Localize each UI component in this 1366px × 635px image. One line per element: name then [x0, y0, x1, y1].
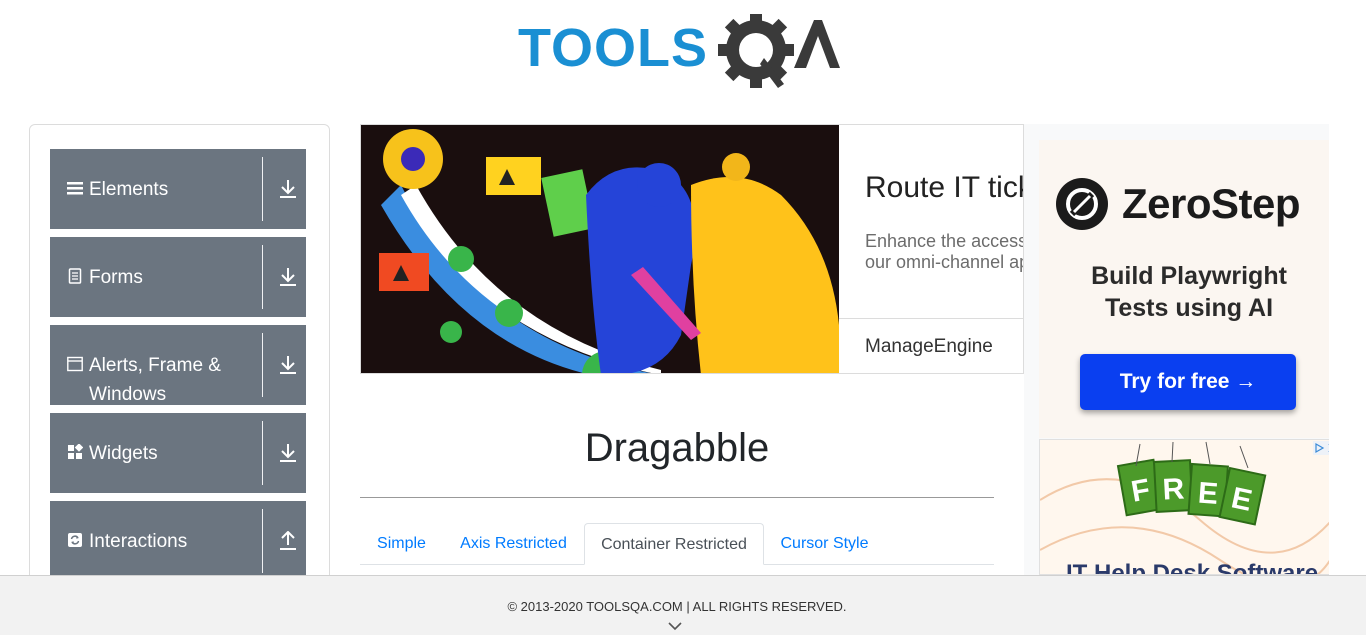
list-icon	[67, 182, 83, 195]
chevron-down-icon[interactable]	[668, 621, 682, 631]
ad-illustration	[361, 125, 839, 373]
document-icon	[68, 268, 82, 284]
ad-body-line: Enhance the access	[865, 231, 1024, 251]
tab-cursor-style[interactable]: Cursor Style	[764, 523, 885, 565]
zerostep-tagline-line: Build Playwright	[1091, 262, 1287, 290]
sidebar-group-label: Interactions	[89, 531, 188, 552]
free-letter: R	[1162, 472, 1186, 506]
divider	[262, 509, 263, 573]
download-arrow-icon[interactable]	[279, 179, 297, 199]
sidebar-group-elements[interactable]: Elements	[50, 149, 306, 229]
tab-simple[interactable]: Simple	[360, 523, 443, 565]
upload-arrow-icon[interactable]	[279, 531, 297, 551]
page-title: Dragabble	[584, 426, 770, 470]
sidebar-group-label: Elements	[89, 179, 169, 200]
download-arrow-icon[interactable]	[279, 267, 297, 287]
logo-text-tools: TOOLS	[518, 18, 708, 78]
sidebar-panel: Elements Forms Alerts, Frame & Windows W…	[29, 124, 330, 594]
sidebar-group-alerts[interactable]: Alerts, Frame & Windows	[50, 325, 306, 405]
title-divider	[360, 497, 994, 498]
sidebar-group-label: Forms	[89, 267, 143, 288]
free-helpdesk-ad[interactable]: F R E E IT Help Desk Software	[1039, 439, 1329, 575]
right-ad-column: ZeroStep Build Playwright Tests using AI…	[1024, 124, 1329, 575]
copyright-text: © 2013-2020 TOOLSQA.COM | ALL RIGHTS RES…	[507, 599, 847, 614]
ad-body: Enhance the access our omni-channel ap	[865, 231, 1024, 273]
footer: © 2013-2020 TOOLSQA.COM | ALL RIGHTS RES…	[0, 575, 1366, 635]
sync-icon	[68, 533, 82, 547]
sidebar-group-interactions[interactable]: Interactions	[50, 501, 306, 581]
tab-container-restricted[interactable]: Container Restricted	[584, 523, 764, 565]
zerostep-tagline: Build Playwright Tests using AI	[1039, 260, 1329, 324]
ad-brand: ManageEngine	[865, 336, 993, 357]
divider	[262, 333, 263, 397]
zerostep-brand: ZeroStep	[1122, 180, 1301, 227]
divider	[262, 245, 263, 309]
widgets-icon	[68, 444, 83, 459]
sidebar-group-widgets[interactable]: Widgets	[50, 413, 306, 493]
free-tags-illustration: F R E E	[1040, 441, 1329, 574]
ad-divider	[839, 318, 1023, 319]
free-letter: E	[1197, 477, 1219, 511]
zerostep-logo-icon	[1056, 178, 1108, 230]
adchoices-close-icon[interactable]	[1313, 441, 1329, 455]
site-header: TOOLS	[0, 0, 1366, 100]
sidebar-group-forms[interactable]: Forms	[50, 237, 306, 317]
window-icon	[67, 356, 83, 372]
download-arrow-icon[interactable]	[279, 443, 297, 463]
divider	[262, 157, 263, 221]
divider	[262, 421, 263, 485]
sidebar-group-label: Alerts, Frame & Windows	[89, 355, 221, 405]
zerostep-tagline-line: Tests using AI	[1104, 294, 1274, 322]
zerostep-ad[interactable]: ZeroStep Build Playwright Tests using AI…	[1039, 140, 1329, 438]
ad-body-line: our omni-channel ap	[865, 252, 1024, 272]
advertisement-banner[interactable]: Route IT tick Enhance the access our omn…	[360, 124, 1024, 374]
free-caption: IT Help Desk Software	[1066, 560, 1319, 575]
try-for-free-button[interactable]: Try for free →	[1080, 354, 1296, 410]
tab-axis-restricted[interactable]: Axis Restricted	[443, 523, 584, 565]
tab-bar: Simple Axis Restricted Container Restric…	[360, 523, 994, 565]
sidebar-group-label: Widgets	[89, 443, 158, 464]
toolsqa-logo[interactable]: TOOLS	[518, 14, 842, 90]
download-arrow-icon[interactable]	[279, 355, 297, 375]
ad-headline: Route IT tick	[865, 171, 1024, 204]
